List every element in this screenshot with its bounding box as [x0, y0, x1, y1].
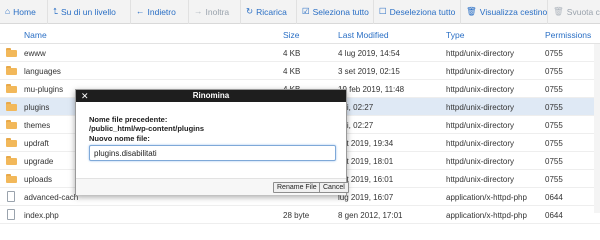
new-name-label: Nuovo nome file: — [89, 134, 150, 143]
dialog-title: Rinomina — [192, 91, 230, 100]
previous-name-label: Nome file precedente: — [89, 115, 168, 124]
forward-icon: → — [194, 6, 203, 17]
deselect-all-label: Deseleziona tutto — [389, 6, 456, 17]
up-level-label: Su di un livello — [61, 6, 116, 17]
dialog-footer: Rename File Cancel — [76, 178, 349, 195]
view-trash-label: Visualizza cestino — [479, 6, 548, 17]
forward-button[interactable]: → Inoltra — [189, 0, 241, 24]
home-icon: ⌂ — [5, 6, 11, 17]
toolbar: ⌂ Home ⮤ Su di un livello ← Indietro → I… — [0, 0, 600, 24]
back-button[interactable]: ← Indietro — [131, 0, 189, 24]
empty-trash-button[interactable]: 🗑 Svuota cestino — [548, 0, 600, 24]
home-button[interactable]: ⌂ Home — [0, 0, 48, 24]
empty-trash-label: Svuota cestino — [566, 6, 600, 17]
reload-label: Ricarica — [256, 6, 287, 17]
up-level-icon: ⮤ — [53, 6, 59, 17]
reload-button[interactable]: ↻ Ricarica — [241, 0, 297, 24]
select-all-icon: ☑ — [302, 6, 310, 17]
new-name-input[interactable] — [89, 145, 336, 161]
up-level-button[interactable]: ⮤ Su di un livello — [48, 0, 131, 24]
home-label: Home — [13, 6, 36, 17]
back-icon: ← — [136, 6, 145, 17]
close-icon[interactable]: ✕ — [81, 90, 89, 102]
forward-label: Inoltra — [205, 6, 230, 17]
rename-file-button[interactable]: Rename File — [273, 182, 321, 193]
cancel-button[interactable]: Cancel — [319, 182, 349, 193]
back-label: Indietro — [147, 6, 176, 17]
view-trash-button[interactable]: 🗑 Visualizza cestino — [461, 0, 548, 24]
trash-icon: 🗑 — [466, 6, 477, 17]
dialog-title-bar: ✕ Rinomina — [76, 90, 346, 102]
deselect-all-button[interactable]: ☐ Deseleziona tutto — [374, 0, 461, 24]
deselect-all-icon: ☐ — [379, 6, 387, 17]
previous-name-path: /public_html/wp-content/plugins — [89, 124, 204, 133]
select-all-label: Seleziona tutto — [312, 6, 369, 17]
rename-dialog: ✕ Rinomina Nome file precedente: /public… — [75, 89, 349, 195]
select-all-button[interactable]: ☑ Seleziona tutto — [297, 0, 374, 24]
reload-icon: ↻ — [246, 6, 254, 17]
empty-trash-icon: 🗑 — [553, 6, 564, 17]
